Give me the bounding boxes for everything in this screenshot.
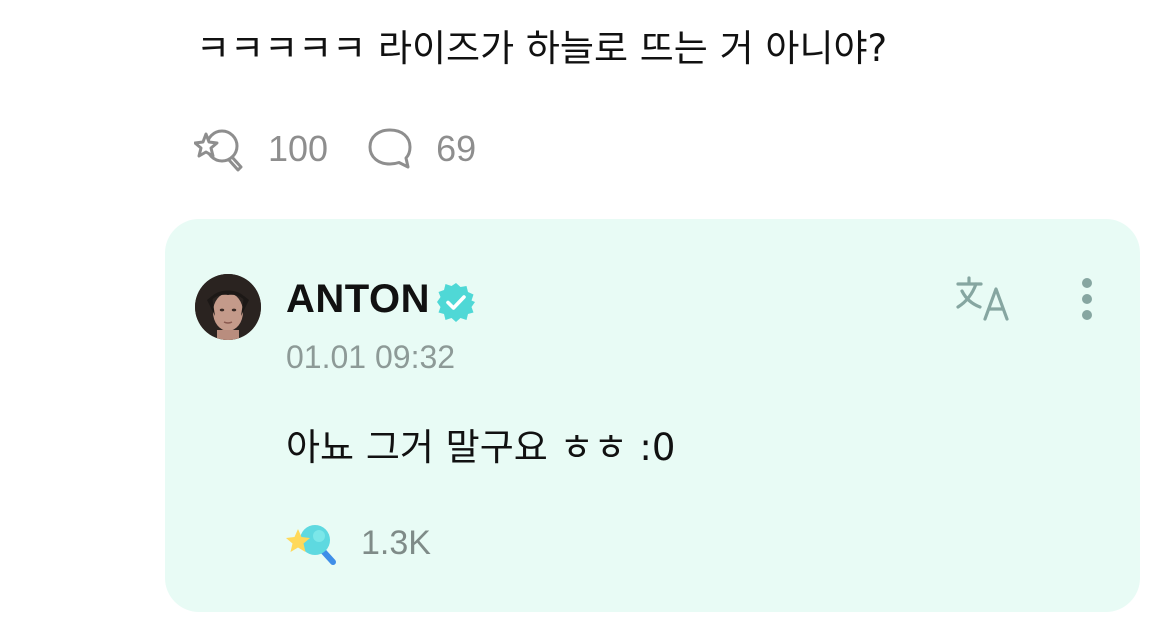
more-vertical-icon[interactable] — [1077, 277, 1097, 325]
reply-text: 아뇨 그거 말구요 ㅎㅎ :0 — [286, 426, 676, 469]
star-lollipop-filled-icon — [286, 525, 336, 565]
artist-reply-card: ANTON 01.01 09:32 아뇨 그거 말구요 ㅎㅎ :0 1.3K — [165, 219, 1140, 612]
reply-reaction-button[interactable]: 1.3K — [285, 519, 431, 567]
avatar[interactable] — [195, 274, 261, 340]
star-lollipop-outline-icon — [194, 129, 243, 172]
post-reaction-button[interactable]: 100 — [194, 126, 328, 172]
post-reactions-bar: 100 69 — [194, 126, 476, 172]
verified-badge-icon — [437, 283, 475, 322]
avatar-portrait-icon — [195, 274, 261, 340]
post-text: ㅋㅋㅋㅋㅋ 라이즈가 하늘로 뜨는 거 아니야? — [196, 27, 888, 70]
page: ㅋㅋㅋㅋㅋ 라이즈가 하늘로 뜨는 거 아니야? 100 69 ANTON 01… — [0, 0, 1170, 643]
author-name[interactable]: ANTON — [286, 277, 430, 322]
speech-bubble-icon — [368, 128, 412, 169]
post-comment-count: 69 — [436, 128, 477, 169]
translate-icon[interactable] — [955, 275, 1017, 323]
post-comment-button[interactable]: 69 — [366, 126, 476, 172]
post-reaction-count: 100 — [268, 128, 329, 169]
reply-reaction-count: 1.3K — [361, 523, 431, 562]
reply-timestamp: 01.01 09:32 — [286, 339, 456, 375]
